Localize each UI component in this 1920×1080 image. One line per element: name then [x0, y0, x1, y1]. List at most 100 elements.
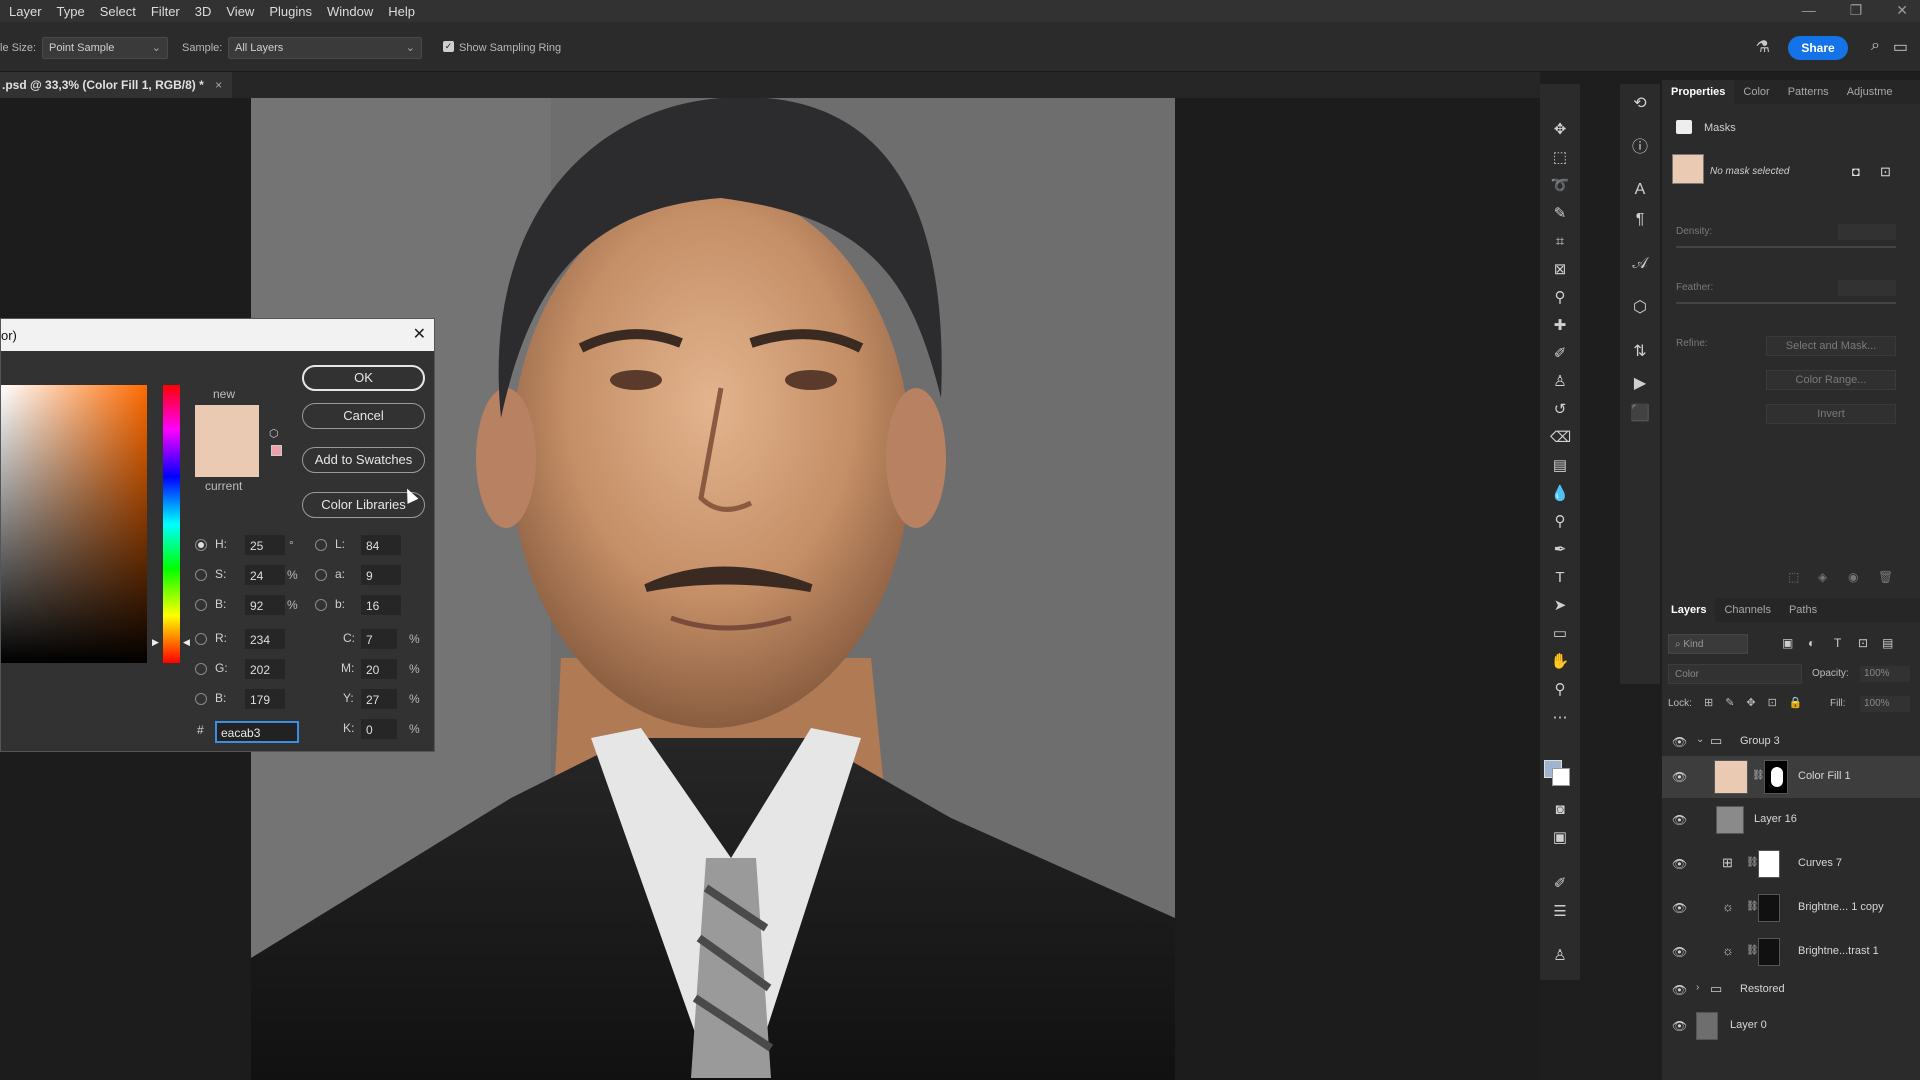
lasso-tool-icon[interactable]: ➰ [1550, 176, 1570, 196]
filter-shape-icon[interactable]: ⊡ [1858, 636, 1868, 650]
density-slider[interactable] [1676, 246, 1896, 248]
minimize-icon[interactable]: — [1802, 2, 1816, 19]
saturation-input[interactable]: 24 [245, 565, 285, 585]
filter-adjust-icon[interactable]: ◐ [1808, 636, 1815, 650]
restore-icon[interactable]: ❐ [1850, 2, 1863, 19]
flask-icon[interactable]: ⚗ [1756, 37, 1770, 57]
current-color-swatch[interactable] [195, 441, 259, 477]
layer-row[interactable]: 👁 Layer 16 [1662, 802, 1920, 838]
history-brush-icon[interactable]: ↺ [1550, 400, 1570, 420]
magenta-input[interactable]: 20 [361, 659, 397, 679]
eye-icon[interactable]: 👁 [1672, 901, 1687, 915]
load-selection-icon[interactable]: ⬚ [1788, 570, 1799, 584]
layer-row[interactable]: 👁 › ▭ Restored [1662, 972, 1920, 1008]
density-input[interactable] [1838, 224, 1896, 240]
hex-color-input[interactable]: eacab3 [215, 721, 299, 743]
chevron-right-icon[interactable]: › [1696, 982, 1699, 993]
pen-tool-icon[interactable]: ✒ [1550, 540, 1570, 560]
add-to-swatches-button[interactable]: Add to Swatches [302, 447, 425, 473]
dodge-tool-icon[interactable]: ⚲ [1550, 512, 1570, 532]
eyedropper-tool-icon[interactable]: ⚲ [1550, 288, 1570, 308]
eye-icon[interactable]: 👁 [1672, 945, 1687, 959]
menu-type[interactable]: Type [57, 4, 85, 19]
lab-a-input[interactable]: 9 [361, 565, 401, 585]
web-safe-cube-icon[interactable]: ⬡ [269, 427, 279, 440]
quick-mask-icon[interactable]: ◙ [1550, 800, 1570, 820]
pixel-mask-icon[interactable]: ◘ [1852, 164, 1860, 179]
layer-row[interactable]: 👁 Layer 0 [1662, 1008, 1920, 1044]
glyphs-icon[interactable]: 𝒜 [1630, 254, 1650, 274]
eye-icon[interactable]: 👁 [1672, 1019, 1687, 1033]
hand-tool-icon[interactable]: ✋ [1550, 652, 1570, 672]
menu-view[interactable]: View [226, 4, 254, 19]
menu-plugins[interactable]: Plugins [269, 4, 312, 19]
ok-button[interactable]: OK [302, 365, 425, 391]
stamp-panel-icon[interactable]: ♙ [1550, 946, 1570, 966]
feather-input[interactable] [1838, 280, 1896, 296]
workspace-icon[interactable]: ▭ [1893, 37, 1908, 57]
layer-row[interactable]: 👁 ☼ ⛓ Brightne... 1 copy [1662, 890, 1920, 926]
blend-mode-select[interactable]: Color [1668, 664, 1802, 684]
blur-tool-icon[interactable]: 💧 [1550, 484, 1570, 504]
history-icon[interactable]: ⟲ [1630, 94, 1650, 114]
fill-input[interactable]: 100% [1860, 696, 1910, 712]
blue-input[interactable]: 179 [245, 689, 285, 709]
paragraph-icon[interactable]: ¶ [1630, 210, 1650, 230]
lab-l-radio[interactable] [315, 539, 327, 551]
search-icon[interactable]: ⌕ [1871, 37, 1880, 55]
green-input[interactable]: 202 [245, 659, 285, 679]
brightness-radio[interactable] [195, 599, 207, 611]
tool-presets-icon[interactable]: ⬛ [1630, 404, 1650, 424]
invert-button[interactable]: Invert [1766, 404, 1896, 424]
eraser-tool-icon[interactable]: ⌫ [1550, 428, 1571, 448]
red-input[interactable]: 234 [245, 629, 285, 649]
move-tool-icon[interactable]: ✥ [1550, 120, 1570, 140]
red-radio[interactable] [195, 633, 207, 645]
layer-row[interactable]: 👁 ☼ ⛓ Brightne...trast 1 [1662, 934, 1920, 970]
sample-select[interactable]: All Layers ⌄ [228, 37, 422, 59]
select-and-mask-button[interactable]: Select and Mask... [1766, 336, 1896, 356]
screen-mode-icon[interactable]: ▣ [1550, 828, 1570, 848]
tab-color[interactable]: Color [1734, 80, 1778, 104]
more-tools-icon[interactable]: ⋯ [1550, 708, 1570, 728]
close-tab-icon[interactable]: × [215, 78, 222, 92]
rectangle-tool-icon[interactable]: ▭ [1550, 624, 1570, 644]
eye-icon[interactable]: 👁 [1672, 735, 1687, 749]
vector-mask-icon[interactable]: ⊡ [1880, 164, 1891, 180]
close-window-icon[interactable]: ✕ [1896, 2, 1908, 19]
layer-row[interactable]: 👁 ⌄ ▭ Group 3 [1662, 724, 1920, 760]
adjust-panel-icon[interactable]: ☰ [1550, 902, 1570, 922]
menu-window[interactable]: Window [327, 4, 373, 19]
character-icon[interactable]: A [1630, 180, 1650, 200]
menu-help[interactable]: Help [388, 4, 415, 19]
close-icon[interactable]: ✕ [413, 324, 426, 344]
opacity-input[interactable]: 100% [1860, 666, 1910, 682]
yellow-input[interactable]: 27 [361, 689, 397, 709]
green-radio[interactable] [195, 663, 207, 675]
sampling-ring-checkbox[interactable]: ✓ [443, 41, 454, 52]
sample-size-select[interactable]: Point Sample ⌄ [42, 37, 168, 59]
hue-radio[interactable] [195, 539, 207, 551]
healing-brush-icon[interactable]: ✚ [1550, 316, 1570, 336]
brush-settings-icon[interactable]: ✐ [1550, 874, 1570, 894]
kind-filter[interactable]: ⌕ Kind [1668, 634, 1748, 654]
tab-properties[interactable]: Properties [1662, 80, 1735, 104]
type-tool-icon[interactable]: T [1550, 568, 1570, 588]
brush-tool-icon[interactable]: ✐ [1550, 344, 1570, 364]
menu-filter[interactable]: Filter [151, 4, 180, 19]
share-button[interactable]: Share [1788, 36, 1848, 60]
cyan-input[interactable]: 7 [361, 629, 397, 649]
filter-pixel-icon[interactable]: ▣ [1782, 636, 1793, 650]
lab-l-input[interactable]: 84 [361, 535, 401, 555]
lab-a-radio[interactable] [315, 569, 327, 581]
gradient-tool-icon[interactable]: ▤ [1550, 456, 1570, 476]
adjustments-icon[interactable]: ⇅ [1630, 342, 1650, 362]
layer-row[interactable]: 👁 ⊞ ⛓ Curves 7 [1662, 846, 1920, 882]
eye-icon[interactable]: 👁 [1672, 813, 1687, 827]
blue-radio[interactable] [195, 693, 207, 705]
3d-icon[interactable]: ⬡ [1630, 298, 1650, 318]
gamut-warning-swatch[interactable] [271, 445, 282, 456]
eye-icon[interactable]: 👁 [1672, 983, 1687, 997]
layer-row[interactable]: 👁 ⛓ Color Fill 1 [1662, 756, 1920, 798]
info-icon[interactable]: ⓘ [1630, 138, 1650, 158]
